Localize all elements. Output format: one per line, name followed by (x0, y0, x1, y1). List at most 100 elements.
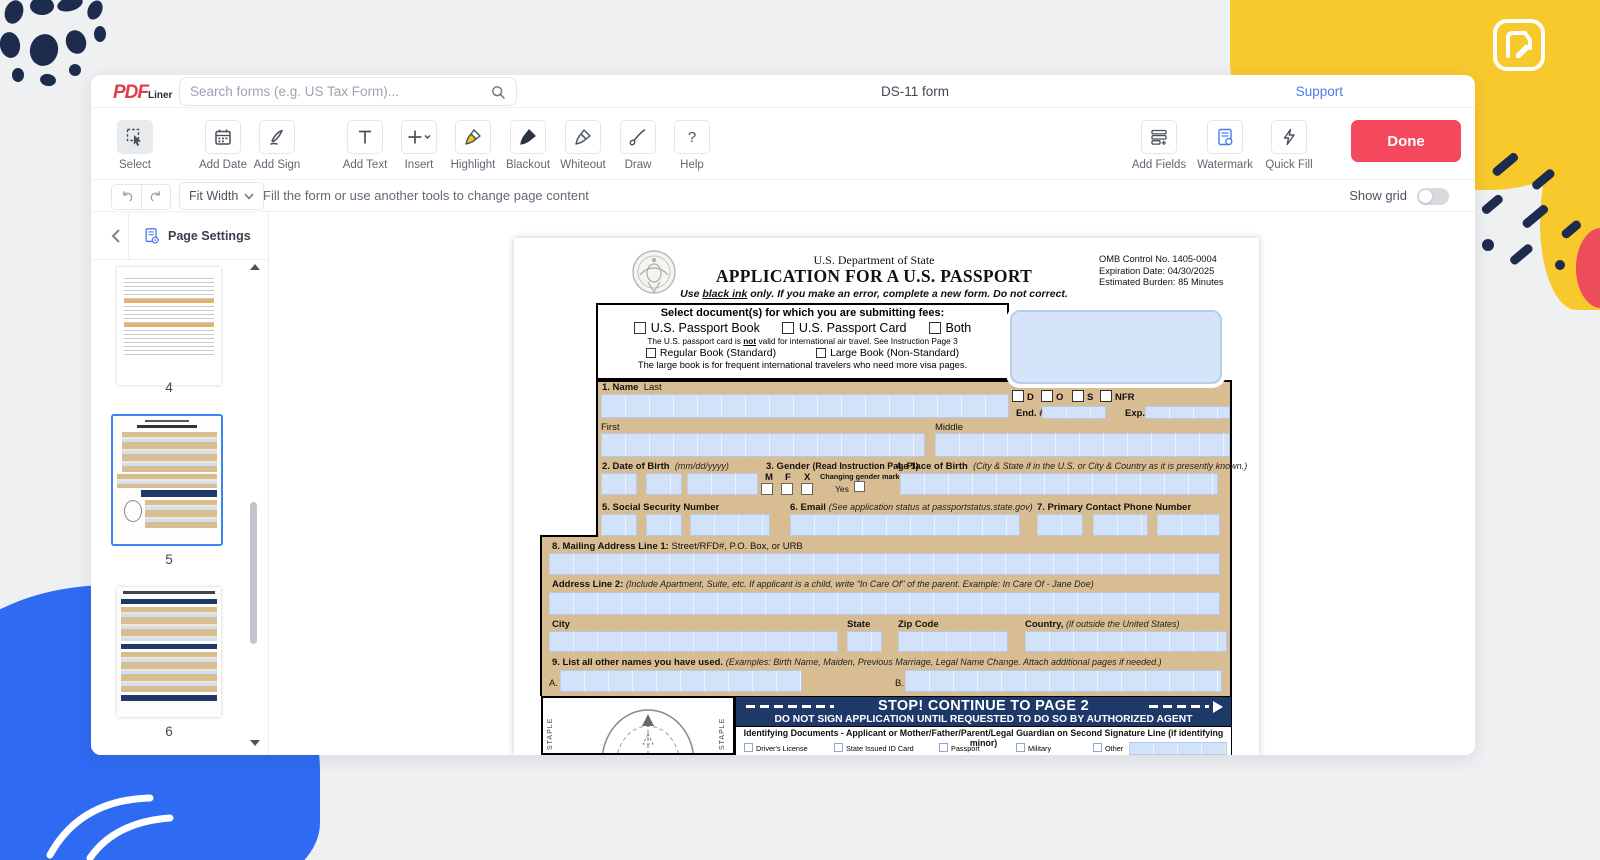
blackout-button[interactable]: Blackout (500, 120, 556, 171)
ssn-field-3[interactable] (690, 514, 770, 536)
large-book-checkbox[interactable] (816, 348, 826, 358)
gender-f-checkbox[interactable] (781, 483, 793, 495)
gender-m-checkbox[interactable] (761, 483, 773, 495)
done-button[interactable]: Done (1351, 120, 1461, 162)
city-field[interactable] (549, 631, 838, 652)
quick-fill-button[interactable]: Quick Fill (1261, 120, 1317, 171)
both-checkbox[interactable] (929, 322, 941, 334)
help-button[interactable]: ? Help (664, 120, 720, 171)
pdfliner-logo[interactable]: PDFLiner (113, 82, 172, 104)
passport-book-checkbox[interactable] (634, 322, 646, 334)
search-input[interactable] (190, 84, 490, 99)
ssn-field-1[interactable] (601, 514, 637, 536)
other-doc-checkbox[interactable] (1093, 743, 1102, 752)
search-box[interactable] (179, 77, 517, 106)
drivers-license-checkbox[interactable] (744, 743, 753, 752)
sidebar-scrollbar-thumb[interactable] (250, 502, 257, 644)
scroll-down-arrow[interactable] (250, 740, 260, 746)
form-title: APPLICATION FOR A U.S. PASSPORT (644, 266, 1104, 287)
other-name-a-field[interactable] (560, 670, 802, 692)
help-label: Help (664, 159, 720, 171)
add-text-button[interactable]: Add Text (337, 120, 393, 171)
phone-field-3[interactable] (1157, 514, 1220, 536)
state-field[interactable] (847, 631, 882, 652)
endorsement-area-field[interactable] (1010, 310, 1222, 384)
page-thumbnail-6[interactable] (117, 587, 221, 717)
city-label: City (552, 619, 570, 630)
watermark-button[interactable]: Watermark (1197, 120, 1253, 171)
do-not-sign-line: DO NOT SIGN APPLICATION UNTIL REQUESTED … (736, 714, 1231, 725)
calendar-icon (213, 127, 233, 147)
name-last-field[interactable] (601, 394, 1009, 418)
staple-label-left: STAPLE (547, 718, 554, 750)
banner-dashes-right (1149, 705, 1209, 708)
military-checkbox[interactable] (1016, 743, 1025, 752)
highlight-button[interactable]: Highlight (445, 120, 501, 171)
address-line2-field[interactable] (549, 592, 1220, 615)
dob-year-field[interactable] (687, 473, 758, 495)
state-id-checkbox[interactable] (834, 743, 843, 752)
zip-field[interactable] (898, 631, 1008, 652)
scroll-up-arrow[interactable] (250, 264, 260, 270)
d-checkbox[interactable] (1012, 390, 1024, 402)
select-label: Select (107, 159, 163, 171)
first-name-field[interactable] (601, 433, 925, 457)
page-thumbnail-5-selected[interactable] (111, 414, 223, 546)
watermark-label: Watermark (1197, 159, 1253, 171)
phone-field-1[interactable] (1037, 514, 1083, 536)
s-checkbox[interactable] (1072, 390, 1084, 402)
add-fields-button[interactable]: Add Fields (1131, 120, 1187, 171)
page-settings-button[interactable]: Page Settings (143, 223, 251, 249)
mailing-address-field[interactable] (549, 553, 1220, 575)
fees-box: Select document(s) for which you are sub… (596, 303, 1009, 380)
dob-month-field[interactable] (601, 473, 637, 495)
select-tool-button[interactable]: Select (107, 120, 163, 171)
nfr-checkbox[interactable] (1100, 390, 1112, 402)
draw-label: Draw (610, 159, 666, 171)
add-sign-button[interactable]: Add Sign (249, 120, 305, 171)
zoom-select[interactable]: Fit Width (179, 182, 264, 210)
support-link[interactable]: Support (1296, 84, 1343, 99)
other-doc-field[interactable] (1129, 742, 1227, 755)
highlighted-line (124, 323, 214, 327)
email-field[interactable] (790, 514, 1020, 536)
address-line2-label: Address Line 2: (Include Apartment, Suit… (552, 579, 1094, 590)
other-names-label: 9. List all other names you have used. (… (552, 657, 1162, 668)
other-name-b-field[interactable] (905, 670, 1222, 692)
undo-button[interactable] (112, 185, 141, 209)
end-number-label: End. # (1016, 408, 1045, 419)
add-fields-icon (1149, 127, 1169, 147)
passport-doc-checkbox[interactable] (939, 743, 948, 752)
collapse-sidebar-button[interactable] (105, 225, 127, 247)
redo-button[interactable] (141, 185, 170, 209)
middle-name-field[interactable] (935, 433, 1230, 457)
end-number-field[interactable] (1042, 406, 1106, 419)
add-date-label: Add Date (195, 159, 251, 171)
add-date-button[interactable]: Add Date (195, 120, 251, 171)
exp-field[interactable] (1145, 406, 1230, 419)
state-id-label: State Issued ID Card (846, 744, 914, 753)
add-sign-label: Add Sign (249, 159, 305, 171)
draw-pen-icon (628, 127, 648, 147)
changing-gender-checkbox[interactable] (854, 481, 865, 492)
gender-x-checkbox[interactable] (801, 483, 813, 495)
whiteout-button[interactable]: Whiteout (555, 120, 611, 171)
zoom-value: Fit Width (189, 189, 238, 203)
draw-button[interactable]: Draw (610, 120, 666, 171)
ssn-field-2[interactable] (646, 514, 682, 536)
country-field[interactable] (1025, 631, 1227, 652)
thumbnail-5-content (113, 416, 221, 544)
regular-book-checkbox[interactable] (646, 348, 656, 358)
phone-field-2[interactable] (1093, 514, 1148, 536)
passport-card-checkbox[interactable] (782, 322, 794, 334)
s-label: S (1087, 392, 1093, 403)
white-arc-decoration (20, 760, 240, 860)
dob-day-field[interactable] (646, 473, 682, 495)
show-grid-toggle[interactable] (1417, 188, 1449, 205)
insert-button[interactable]: Insert (391, 120, 447, 171)
main-toolbar: Select Add Date Add Sign Add (91, 108, 1475, 180)
pob-field[interactable] (900, 473, 1218, 495)
o-checkbox[interactable] (1041, 390, 1053, 402)
page-thumbnail-4[interactable] (117, 267, 221, 385)
top-header: PDFLiner DS-11 form Support (91, 75, 1475, 108)
